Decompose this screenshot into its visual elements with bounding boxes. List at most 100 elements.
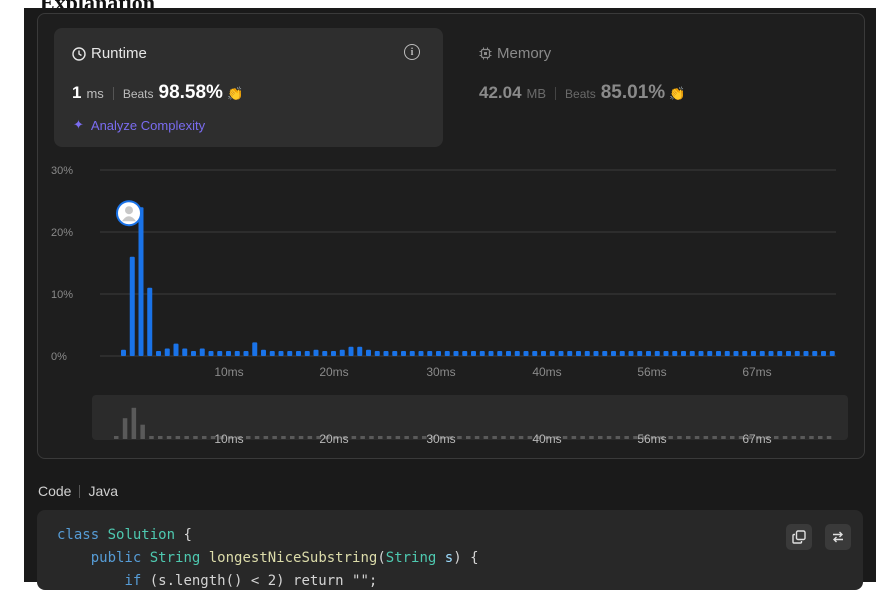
chart-bar xyxy=(698,351,704,356)
code-block[interactable]: class Solution { public String longestNi… xyxy=(37,510,863,590)
chart-bar xyxy=(208,351,214,356)
overview-bar xyxy=(774,436,779,439)
x-tick-label: 40ms xyxy=(532,365,561,379)
chart-bar xyxy=(663,351,669,356)
chart-bar xyxy=(689,351,695,356)
overview-bar xyxy=(307,436,313,439)
overview-bar xyxy=(466,436,471,439)
chart-bar xyxy=(287,351,293,356)
overview-bar xyxy=(166,436,172,439)
chart-bar xyxy=(374,351,380,356)
chart-bar xyxy=(567,351,573,356)
chart-bar xyxy=(444,351,450,356)
chart-bar xyxy=(243,351,249,356)
overview-bar xyxy=(800,436,805,439)
chart-bar xyxy=(576,351,581,356)
chart-bar xyxy=(523,351,529,356)
chart-bar xyxy=(366,349,371,356)
overview-bar xyxy=(571,436,577,439)
chart-bar xyxy=(383,351,389,356)
chart-bar xyxy=(269,351,275,356)
chart-bar xyxy=(759,351,765,356)
overview-bar xyxy=(721,436,726,439)
chart-bar xyxy=(304,351,310,356)
chart-bar xyxy=(724,351,730,356)
chart-bar xyxy=(164,348,170,356)
chart-bar xyxy=(602,351,608,356)
chart-bar xyxy=(173,343,179,356)
chart-bar xyxy=(497,351,503,356)
keyword: if xyxy=(124,573,142,589)
overview-bar xyxy=(694,436,700,439)
chart-bar xyxy=(777,351,783,356)
overview-bar xyxy=(615,436,621,439)
chart-bar xyxy=(672,351,678,356)
chart-bar xyxy=(138,207,144,356)
code-text: (s.length() < 2) return ""; xyxy=(149,573,378,589)
runtime-distribution-chart: 30% 20% 10% 0% 10ms 20ms 30ms 40ms 56ms 67ms 10ms 2… xyxy=(51,165,848,446)
chart-bar xyxy=(471,351,476,356)
chart-bar xyxy=(619,351,625,356)
chart-bar xyxy=(479,351,485,356)
chart-bar xyxy=(436,351,441,356)
chart-bar xyxy=(637,351,643,356)
chart-bar xyxy=(427,351,433,356)
type-name: String xyxy=(149,550,201,566)
overview-bar xyxy=(492,436,497,439)
overview-bar xyxy=(369,436,374,439)
overview-bar xyxy=(703,436,709,439)
chart-bar xyxy=(549,351,555,356)
chart-bar xyxy=(611,351,616,356)
chart-bar xyxy=(488,351,494,356)
chart-bar xyxy=(226,351,231,356)
overview-bar xyxy=(518,436,524,439)
chart-bar xyxy=(584,351,590,356)
overview-bar xyxy=(404,436,409,439)
chart-bar xyxy=(182,348,188,356)
chart-bar xyxy=(821,351,826,356)
chart-bar xyxy=(812,351,818,356)
overview-bar xyxy=(712,436,717,439)
overview-bar xyxy=(263,436,269,439)
y-tick-label: 0% xyxy=(51,351,67,363)
chart-bar xyxy=(217,351,223,356)
x-tick-label: 56ms xyxy=(637,365,666,379)
wrap-icon[interactable] xyxy=(825,524,851,550)
overview-bar xyxy=(158,436,163,439)
chart-bar xyxy=(331,351,336,356)
overview-bar xyxy=(809,436,814,439)
chart-bar xyxy=(348,346,354,356)
overview-bar xyxy=(457,436,462,439)
chart-bar xyxy=(794,351,800,356)
overview-bar xyxy=(686,436,691,439)
code-line-2: public String longestNiceSubstring(Strin… xyxy=(90,550,479,566)
chart-bar xyxy=(453,351,459,356)
chart-bar xyxy=(628,351,634,356)
overview-tick-label: 40ms xyxy=(532,432,561,446)
overview-bar xyxy=(782,436,788,439)
overview-bar xyxy=(483,436,489,439)
overview-tick-label: 56ms xyxy=(637,432,666,446)
method-name: longestNiceSubstring xyxy=(208,550,378,566)
overview-bar xyxy=(360,436,365,439)
x-tick-label: 10ms xyxy=(214,365,243,379)
overview-bar xyxy=(606,436,612,439)
chart-bar xyxy=(296,351,301,356)
x-tick-label: 20ms xyxy=(319,365,348,379)
overview-bar xyxy=(122,418,128,439)
chart-bar xyxy=(129,256,135,356)
copy-icon[interactable] xyxy=(786,524,812,550)
overview-bar xyxy=(246,436,251,439)
chart-bar xyxy=(654,351,660,356)
overview-bar xyxy=(131,407,137,439)
overview-bar xyxy=(386,436,392,439)
overview-tick-label: 10ms xyxy=(214,432,243,446)
overview-bar xyxy=(298,436,304,439)
chart-bar xyxy=(541,351,546,356)
code-line-1: class Solution { xyxy=(57,527,192,543)
overview-bar xyxy=(395,436,401,439)
overview-bar xyxy=(413,436,418,439)
overview-bar xyxy=(598,436,603,439)
chart-bar xyxy=(751,351,756,356)
chart-bar xyxy=(418,351,424,356)
